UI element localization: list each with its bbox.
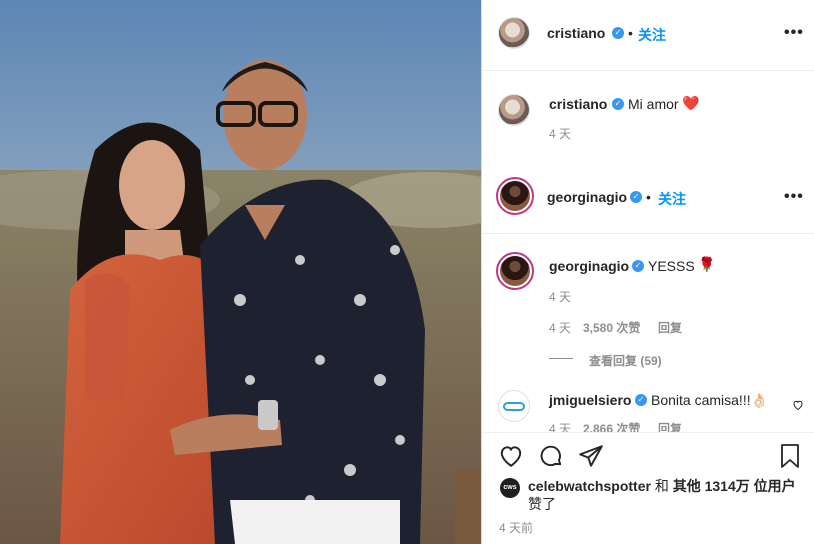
comment-text: YESSS — [648, 258, 695, 274]
caption-avatar[interactable] — [498, 94, 530, 126]
liker-username[interactable]: celebwatchspotter — [528, 478, 651, 494]
author-username[interactable]: cristiano — [547, 25, 605, 41]
reply-header-username[interactable]: georginagio — [547, 189, 627, 205]
comment-text: Bonita camisa!!!👌🏻 — [651, 392, 769, 408]
liker-avatar[interactable]: cws — [500, 478, 520, 498]
follow-button[interactable]: 关注 — [658, 189, 686, 209]
caption-time: 4 天 — [549, 127, 572, 141]
comment-likes[interactable]: 2,866 次赞 — [583, 420, 640, 432]
post-photo[interactable] — [0, 0, 481, 544]
more-icon[interactable]: ••• — [784, 24, 804, 42]
verified-icon: ✓ — [612, 27, 624, 39]
comment-avatar[interactable] — [498, 390, 530, 422]
reply-header-divider — [482, 233, 814, 234]
separator-dot: • — [646, 189, 651, 205]
post-side-panel: cristiano ✓ • 关注 ••• cristiano ✓ Mi amor… — [481, 0, 814, 544]
separator-dot: • — [628, 25, 633, 41]
follow-button[interactable]: 关注 — [638, 25, 666, 45]
comment-avatar[interactable] — [496, 252, 534, 290]
author-avatar[interactable] — [498, 17, 530, 49]
caption-text: Mi amor — [628, 96, 679, 112]
view-replies-button[interactable]: 查看回复 (59) — [589, 352, 662, 369]
comment-time: 4 天 — [549, 290, 572, 304]
comment-meta-time: 4 天 — [549, 422, 572, 432]
verified-icon: ✓ — [630, 191, 642, 203]
verified-icon: ✓ — [632, 260, 644, 272]
view-replies-line — [549, 358, 573, 359]
comment-username[interactable]: jmiguelsiero — [549, 392, 631, 408]
comment-emoji: 🌹 — [698, 256, 716, 272]
likes-and: 和 — [654, 478, 669, 494]
actions-divider — [482, 432, 814, 433]
comment-icon[interactable] — [538, 443, 564, 469]
comment-meta-time: 4 天 — [549, 321, 572, 335]
comment-reply-button[interactable]: 回复 — [658, 319, 682, 336]
likes-others[interactable]: 其他 1314万 位用户 — [673, 478, 796, 494]
likes-liked: 赞了 — [528, 496, 556, 512]
verified-icon: ✓ — [635, 394, 647, 406]
comment-reply-button[interactable]: 回复 — [658, 420, 682, 432]
header-divider — [482, 70, 814, 71]
caption-username[interactable]: cristiano — [549, 96, 607, 112]
post-time[interactable]: 4 天前 — [499, 519, 533, 536]
caption-emoji: ❤️ — [682, 95, 700, 111]
comment-likes[interactable]: 3,580 次赞 — [583, 319, 640, 336]
comment-meta-clip: 4 天 2,866 次赞 回复 — [482, 420, 814, 432]
reply-header-avatar[interactable] — [496, 177, 534, 215]
bookmark-icon[interactable] — [778, 443, 802, 469]
more-icon[interactable]: ••• — [784, 188, 804, 206]
comment-username[interactable]: georginagio — [549, 258, 629, 274]
heart-icon[interactable] — [498, 443, 524, 469]
share-icon[interactable] — [578, 443, 604, 469]
comment-like-heart-icon[interactable] — [792, 399, 804, 411]
verified-icon: ✓ — [612, 98, 624, 110]
likes-summary: celebwatchspotter 和 其他 1314万 位用户 赞了 — [528, 477, 808, 513]
